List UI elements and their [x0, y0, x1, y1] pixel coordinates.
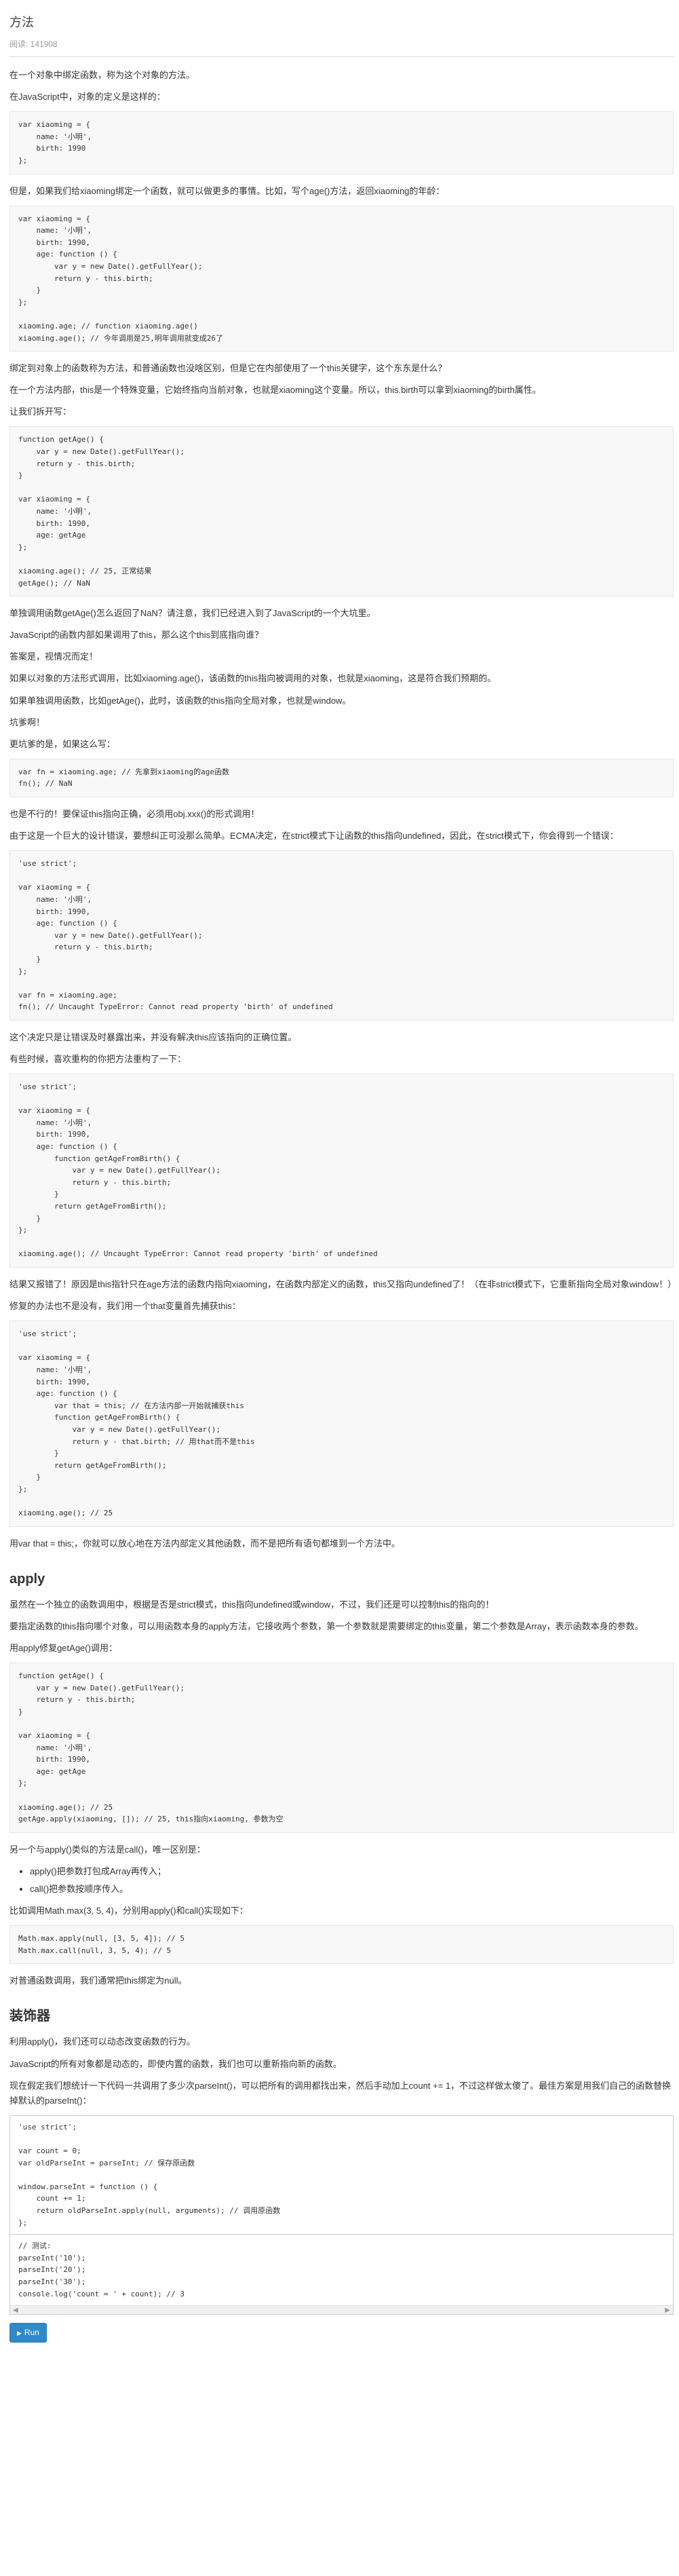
paragraph: 由于这是一个巨大的设计错误，要想纠正可没那么简单。ECMA决定，在strict模…	[9, 831, 619, 841]
paragraph: JavaScript的所有对象都是动态的，即使内置的函数，我们也可以重新指向新的…	[9, 2058, 342, 2069]
paragraph: 用apply修复getAge()调用：	[9, 1642, 117, 1653]
list: apply()把参数打包成Array再传入； call()把参数按顺序传入。	[9, 1864, 674, 1897]
horizontal-scrollbar[interactable]: ◀ ▶	[10, 2305, 673, 2316]
paragraph: 对普通函数调用，我们通常把this绑定为null。	[9, 1975, 187, 1986]
paragraph: 比如调用Math.max(3, 5, 4)，分别用apply()和call()实…	[9, 1906, 248, 1916]
page-title: 方法	[9, 16, 34, 29]
paragraph: 绑定到对象上的函数称为方法，和普通函数也没啥区别，但是它在内部使用了一个this…	[9, 363, 447, 374]
paragraph: 但是，如果我们给xiaoming绑定一个函数，就可以做更多的事情。比如，写个ag…	[9, 185, 445, 196]
code-block: 'use strict'; var xiaoming = { name: '小明…	[9, 1074, 674, 1268]
paragraph: 更坑爹的是，如果这么写：	[9, 738, 116, 749]
run-button[interactable]: ▶ Run	[9, 2323, 47, 2343]
paragraph: 在一个对象中绑定函数，称为这个对象的方法。	[9, 69, 195, 80]
code-block: 'use strict'; var xiaoming = { name: '小明…	[9, 1321, 674, 1527]
paragraph: JavaScript的函数内部如果调用了this，那么这个this到底指向谁？	[9, 630, 264, 641]
play-icon: ▶	[17, 2330, 22, 2337]
editor-code[interactable]: 'use strict'; var count = 0; var oldPars…	[10, 2115, 673, 2235]
scroll-left-icon[interactable]: ◀	[13, 2305, 18, 2316]
article: 方法 阅读: 141908 在一个对象中绑定函数，称为这个对象的方法。 在Jav…	[0, 0, 679, 2370]
scroll-right-icon[interactable]: ▶	[665, 2305, 670, 2316]
list-item: apply()把参数打包成Array再传入；	[30, 1864, 674, 1879]
paragraph: 另一个与apply()类似的方法是call()，唯一区别是：	[9, 1844, 206, 1855]
code-block: var xiaoming = { name: '小明', birth: 1990…	[9, 205, 674, 352]
run-button-label: Run	[24, 2328, 39, 2338]
paragraph: 虽然在一个独立的函数调用中，根据是否是strict模式，this指向undefi…	[9, 1599, 494, 1610]
code-block: function getAge() { var y = new Date().g…	[9, 1663, 674, 1833]
paragraph: 利用apply()，我们还可以动态改变函数的行为。	[9, 2037, 195, 2047]
section-heading-decorator: 装饰器	[9, 2009, 50, 2024]
list-item: call()把参数按顺序传入。	[30, 1882, 674, 1897]
code-block: function getAge() { var y = new Date().g…	[9, 426, 674, 597]
code-editor[interactable]: 'use strict'; var count = 0; var oldPars…	[9, 2115, 674, 2315]
paragraph: 如果单独调用函数，比如getAge()，此时，该函数的this指向全局对象，也就…	[9, 695, 351, 706]
paragraph: 用var that = this;，你就可以放心地在方法内部定义其他函数，而不是…	[9, 1538, 401, 1549]
code-block: 'use strict'; var xiaoming = { name: '小明…	[9, 850, 674, 1021]
paragraph: 让我们拆开写：	[9, 406, 72, 417]
editor-test-area[interactable]: // 测试: parseInt('10'); parseInt('20'); p…	[10, 2234, 673, 2306]
paragraph: 坑爹啊！	[9, 717, 45, 727]
paragraph: 答案是，视情况而定！	[9, 651, 98, 662]
paragraph: 现在假定我们想统计一下代码一共调用了多少次parseInt()，可以把所有的调用…	[9, 2080, 672, 2106]
paragraph: 要指定函数的this指向哪个对象，可以用函数本身的apply方法，它接收两个参数…	[9, 1621, 644, 1631]
code-block: var xiaoming = { name: '小明', birth: 1990…	[9, 111, 674, 174]
editor-test-code[interactable]: // 测试: parseInt('10'); parseInt('20'); p…	[10, 2235, 673, 2306]
paragraph: 这个决定只是让错误及时暴露出来，并没有解决this应该指向的正确位置。	[9, 1031, 297, 1042]
code-block: var fn = xiaoming.age; // 先拿到xiaoming的ag…	[9, 758, 674, 798]
section-heading-apply: apply	[9, 1571, 45, 1587]
paragraph: 在一个方法内部，this是一个特殊变量，它始终指向当前对象，也就是xiaomin…	[9, 385, 541, 396]
divider	[9, 56, 674, 57]
paragraph: 有些时候，喜欢重构的你把方法重构了一下：	[9, 1054, 187, 1065]
view-count: 阅读: 141908	[9, 39, 58, 49]
paragraph: 修复的办法也不是没有，我们用一个that变量首先捕获this：	[9, 1301, 241, 1312]
paragraph: 结果又报错了！原因是this指针只在age方法的函数内指向xiaoming，在函…	[9, 1279, 677, 1290]
paragraph: 如果以对象的方法形式调用，比如xiaoming.age()，该函数的this指向…	[9, 673, 497, 684]
code-block: Math.max.apply(null, [3, 5, 4]); // 5 Ma…	[9, 1925, 674, 1965]
paragraph: 单独调用函数getAge()怎么返回了NaN？请注意，我们已经进入到了JavaS…	[9, 608, 376, 619]
paragraph: 也是不行的！要保证this指向正确，必须用obj.xxx()的形式调用！	[9, 809, 260, 820]
paragraph: 在JavaScript中，对象的定义是这样的：	[9, 92, 166, 102]
